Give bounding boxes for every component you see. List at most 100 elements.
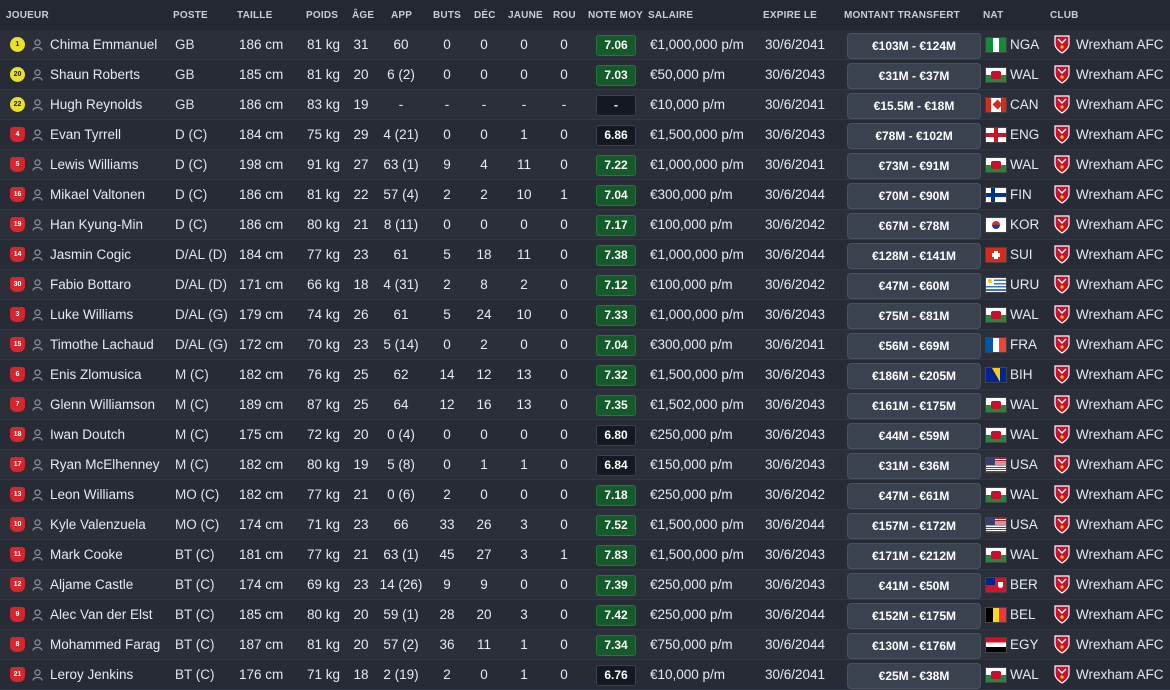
transfer-value[interactable]: €70M - €90M [847,183,981,209]
transfer-value[interactable]: €47M - €60M [847,273,981,299]
table-row[interactable]: 16 Mikael Valtonen D (C) 186 cm 81 kg 2 2 57 (4… [0,180,1170,210]
player-club[interactable]: Wrexham AFC [1076,577,1164,592]
player-name[interactable]: Enis Zlomusica [50,367,142,382]
player-name[interactable]: Iwan Doutch [50,427,125,442]
col-header-salaire[interactable]: SALAIRE [648,10,693,21]
col-header-nat[interactable]: NAT [983,10,1003,21]
table-row[interactable]: 21 Leroy Jenkins BT (C) 176 cm 71 kg 18 2 (19)… [0,660,1170,690]
transfer-value[interactable]: €41M - €50M [847,573,981,599]
transfer-value[interactable]: €44M - €59M [847,423,981,449]
table-row[interactable]: 30 Fabio Bottaro D/AL (D) 171 cm 66 kg 18 4 (3… [0,270,1170,300]
col-header-jaune[interactable]: JAUNE [508,10,543,21]
player-club[interactable]: Wrexham AFC [1076,187,1164,202]
transfer-value[interactable]: €161M - €175M [847,393,981,419]
player-club[interactable]: Wrexham AFC [1076,427,1164,442]
player-name[interactable]: Mikael Valtonen [50,187,145,202]
transfer-value[interactable]: €130M - €176M [847,633,981,659]
player-name[interactable]: Fabio Bottaro [50,277,131,292]
transfer-value[interactable]: €157M - €172M [847,513,981,539]
player-club[interactable]: Wrexham AFC [1076,337,1164,352]
table-row[interactable]: 19 Han Kyung-Min D (C) 186 cm 80 kg 21 8 (11) 0… [0,210,1170,240]
player-club[interactable]: Wrexham AFC [1076,217,1164,232]
col-header-club[interactable]: CLUB [1050,10,1079,21]
transfer-value[interactable]: €128M - €141M [847,243,981,269]
table-row[interactable]: 17 Ryan McElhenney M (C) 182 cm 80 kg 19 5 (8)… [0,450,1170,480]
transfer-value[interactable]: €47M - €61M [847,483,981,509]
transfer-value[interactable]: €67M - €78M [847,213,981,239]
player-club[interactable]: Wrexham AFC [1076,487,1164,502]
table-row[interactable]: 10 Kyle Valenzuela MO (C) 174 cm 71 kg 23 66 33… [0,510,1170,540]
transfer-value[interactable]: €73M - €91M [847,153,981,179]
table-row[interactable]: 7 Glenn Williamson M (C) 189 cm 87 kg 25 64 12 1… [0,390,1170,420]
transfer-value[interactable]: €31M - €37M [847,63,981,89]
col-header-taille[interactable]: TAILLE [237,10,272,21]
table-row[interactable]: 12 Aljame Castle BT (C) 174 cm 69 kg 23 14 (26… [0,570,1170,600]
table-row[interactable]: 1 Chima Emmanuel GB 186 cm 81 kg 31 60 0 0 0 0 7.06… [0,30,1170,60]
transfer-value[interactable]: €78M - €102M [847,123,981,149]
player-club[interactable]: Wrexham AFC [1076,367,1164,382]
col-header-expire[interactable]: EXPIRE LE [763,10,817,21]
table-row[interactable]: 11 Mark Cooke BT (C) 181 cm 77 kg 21 63 (1) 45 2… [0,540,1170,570]
col-header-age[interactable]: ÂGE [352,10,374,21]
transfer-value[interactable]: €25M - €38M [847,663,981,689]
player-club[interactable]: Wrexham AFC [1076,97,1164,112]
player-club[interactable]: Wrexham AFC [1076,547,1164,562]
player-name[interactable]: Evan Tyrrell [50,127,121,142]
player-club[interactable]: Wrexham AFC [1076,127,1164,142]
player-name[interactable]: Jasmin Cogic [50,247,131,262]
player-club[interactable]: Wrexham AFC [1076,517,1164,532]
player-club[interactable]: Wrexham AFC [1076,247,1164,262]
table-row[interactable]: 3 Luke Williams D/AL (G) 179 cm 74 kg 26 61 5 24… [0,300,1170,330]
table-row[interactable]: 5 Lewis Williams D (C) 198 cm 91 kg 27 63 (1) 9… [0,150,1170,180]
player-name[interactable]: Lewis Williams [50,157,139,172]
player-club[interactable]: Wrexham AFC [1076,307,1164,322]
col-header-rou[interactable]: ROU [553,10,576,21]
player-name[interactable]: Ryan McElhenney [50,457,160,472]
col-header-transfert[interactable]: MONTANT TRANSFERT [844,10,960,21]
transfer-value[interactable]: €31M - €36M [847,453,981,479]
player-name[interactable]: Luke Williams [50,307,133,322]
col-header-poids[interactable]: POIDS [306,10,338,21]
player-club[interactable]: Wrexham AFC [1076,37,1164,52]
player-name[interactable]: Timothe Lachaud [50,337,154,352]
transfer-value[interactable]: €186M - €205M [847,363,981,389]
player-club[interactable]: Wrexham AFC [1076,637,1164,652]
player-name[interactable]: Chima Emmanuel [50,37,157,52]
player-name[interactable]: Hugh Reynolds [50,97,142,112]
table-row[interactable]: 13 Leon Williams MO (C) 182 cm 77 kg 21 0 (6) 2… [0,480,1170,510]
table-row[interactable]: 9 Alec Van der Elst BT (C) 185 cm 80 kg 20 59 … [0,600,1170,630]
player-club[interactable]: Wrexham AFC [1076,277,1164,292]
player-name[interactable]: Mark Cooke [50,547,123,562]
col-header-buts[interactable]: BUTS [433,10,461,21]
player-club[interactable]: Wrexham AFC [1076,667,1164,682]
player-name[interactable]: Leon Williams [50,487,134,502]
transfer-value[interactable]: €56M - €69M [847,333,981,359]
player-club[interactable]: Wrexham AFC [1076,457,1164,472]
table-row[interactable]: 4 Evan Tyrrell D (C) 184 cm 75 kg 29 4 (21) 0 0 1… [0,120,1170,150]
player-name[interactable]: Leroy Jenkins [50,667,133,682]
table-row[interactable]: 18 Iwan Doutch M (C) 175 cm 72 kg 20 0 (4) 0 0 0 0… [0,420,1170,450]
player-name[interactable]: Kyle Valenzuela [50,517,146,532]
table-row[interactable]: 15 Timothe Lachaud D/AL (G) 172 cm 70 kg 23 5 … [0,330,1170,360]
player-name[interactable]: Mohammed Farag [50,637,160,652]
player-name[interactable]: Alec Van der Elst [50,607,153,622]
table-row[interactable]: 6 Enis Zlomusica M (C) 182 cm 76 kg 25 62 14 12 1… [0,360,1170,390]
player-club[interactable]: Wrexham AFC [1076,67,1164,82]
transfer-value[interactable]: €171M - €212M [847,543,981,569]
player-name[interactable]: Han Kyung-Min [50,217,143,232]
table-row[interactable]: 22 Hugh Reynolds GB 186 cm 83 kg 19- - - - - - €10,… [0,90,1170,120]
col-header-note[interactable]: NOTE MOY [588,10,643,21]
player-club[interactable]: Wrexham AFC [1076,607,1164,622]
col-header-app[interactable]: APP [391,10,412,21]
col-header-poste[interactable]: POSTE [173,10,208,21]
player-club[interactable]: Wrexham AFC [1076,397,1164,412]
player-name[interactable]: Aljame Castle [50,577,133,592]
col-header-joueur[interactable]: JOUEUR [6,10,49,21]
col-header-dec[interactable]: DÉC [474,10,496,21]
player-club[interactable]: Wrexham AFC [1076,157,1164,172]
transfer-value[interactable]: €103M - €124M [847,33,981,59]
transfer-value[interactable]: €75M - €81M [847,303,981,329]
table-row[interactable]: 8 Mohammed Farag BT (C) 187 cm 81 kg 20 57 (2)… [0,630,1170,660]
player-name[interactable]: Glenn Williamson [50,397,155,412]
transfer-value[interactable]: €152M - €175M [847,603,981,629]
